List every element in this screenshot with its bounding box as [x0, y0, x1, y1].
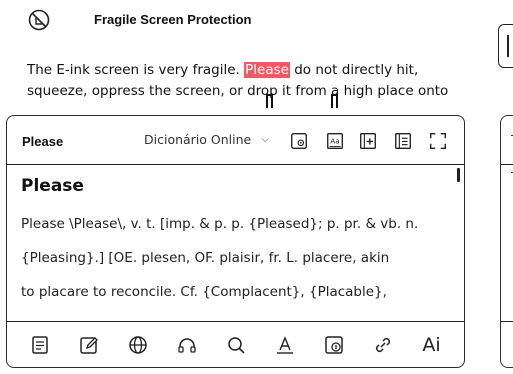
text-size-icon[interactable]: Aa — [324, 130, 346, 152]
notes-icon[interactable] — [27, 332, 53, 358]
selection-start-handle[interactable] — [266, 94, 273, 108]
translate-icon[interactable] — [321, 332, 347, 358]
headphones-icon[interactable] — [174, 332, 200, 358]
chevron-down-icon: ⌵ — [261, 134, 269, 145]
globe-icon[interactable] — [125, 332, 151, 358]
scrollbar[interactable] — [457, 168, 460, 182]
definition-text: Please \Please\, v. t. [imp. & p. p. {Pl… — [21, 216, 461, 318]
search-icon[interactable] — [223, 332, 249, 358]
section-title: Fragile Screen Protection — [94, 12, 252, 27]
fullscreen-icon[interactable] — [427, 130, 449, 152]
body-line: The E-ink screen is very fragile. Please… — [27, 60, 497, 81]
divider — [7, 164, 464, 165]
link-icon[interactable] — [370, 332, 396, 358]
body-text-segment: The E-ink screen is very fragile. — [27, 62, 245, 78]
definition-line: {Pleasing}.] [OE. plesen, OF. plaisir, f… — [21, 250, 390, 266]
lookup-word: Please — [22, 134, 64, 149]
dictionary-select[interactable]: Dicionário Online ⌵ — [144, 132, 269, 147]
headword: Please — [21, 176, 84, 196]
dictionary-name: Dicionário Online — [144, 132, 252, 147]
selection-end-handle[interactable] — [331, 94, 338, 108]
secondary-popup: T T — [500, 115, 513, 368]
popup-toolbar: Ai — [7, 322, 464, 367]
svg-text:Aa: Aa — [330, 137, 339, 146]
definition-line: Please \Please\, v. t. [imp. & p. p. {Pl… — [21, 216, 419, 232]
divider — [501, 164, 513, 165]
definition-line: to placare to reconcile. Cf. {Complacent… — [21, 284, 387, 300]
body-paragraph: The E-ink screen is very fragile. Please… — [27, 60, 497, 102]
right-edge-card — [498, 24, 513, 68]
screenshot-icon[interactable] — [288, 130, 310, 152]
edit-icon[interactable] — [76, 332, 102, 358]
list-icon[interactable] — [392, 130, 414, 152]
add-word-icon[interactable] — [357, 130, 379, 152]
divider — [501, 321, 513, 322]
header — [28, 6, 50, 34]
underline-icon[interactable] — [272, 332, 298, 358]
body-text-segment: do not directly hit, — [289, 62, 419, 78]
body-line: squeeze, oppress the screen, or drop it … — [27, 83, 449, 99]
ai-label: Ai — [422, 334, 441, 356]
ai-icon[interactable]: Ai — [419, 332, 445, 358]
selected-word[interactable]: Please — [244, 62, 290, 78]
no-touch-icon — [28, 9, 50, 31]
dictionary-popup: Please Dicionário Online ⌵ Aa Please Ple… — [6, 115, 465, 368]
